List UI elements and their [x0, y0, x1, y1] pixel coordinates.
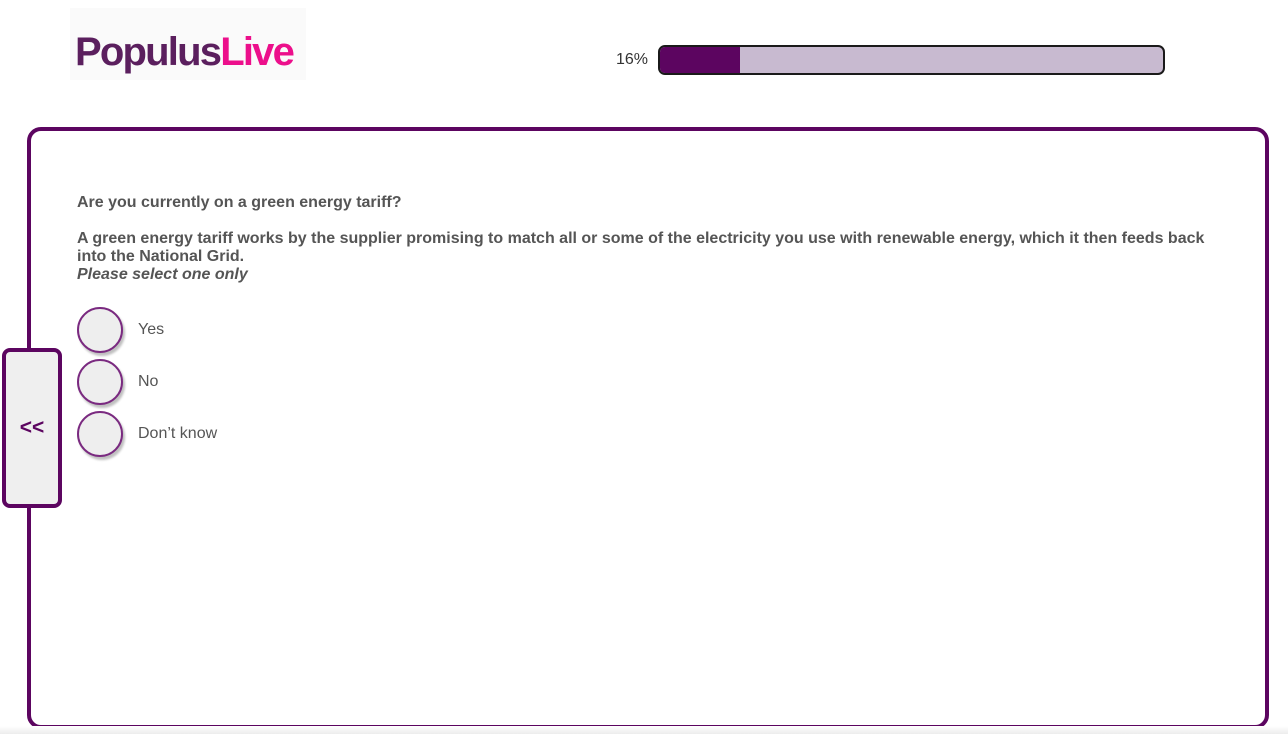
survey-page: PopulusLive 16% Are you currently on a g…	[0, 0, 1288, 734]
bottom-edge	[0, 726, 1288, 734]
radio-button-no[interactable]	[77, 359, 123, 405]
answer-options: Yes No Don’t know	[77, 304, 217, 460]
back-button-label: <<	[19, 416, 45, 439]
option-label-yes: Yes	[138, 321, 165, 338]
option-yes[interactable]: Yes	[77, 304, 217, 356]
logo-text-live: Live	[220, 30, 295, 74]
question-instruction: Please select one only	[77, 266, 248, 283]
option-dont-know[interactable]: Don’t know	[77, 408, 217, 460]
option-no[interactable]: No	[77, 356, 217, 408]
progress-bar	[658, 45, 1165, 75]
progress-percentage: 16%	[615, 51, 648, 68]
back-button[interactable]: <<	[2, 348, 62, 508]
option-label-no: No	[138, 373, 159, 390]
question-title: Are you currently on a green energy tari…	[77, 194, 402, 211]
radio-button-yes[interactable]	[77, 307, 123, 353]
progress-bar-fill	[660, 47, 741, 73]
option-label-dont-know: Don’t know	[138, 425, 218, 442]
populus-live-logo: PopulusLive	[70, 8, 306, 80]
question-block: Are you currently on a green energy tari…	[77, 194, 1227, 284]
radio-button-dont-know[interactable]	[77, 411, 123, 457]
logo-text-populus: Populus	[75, 30, 222, 74]
logo-wordmark: PopulusLive	[75, 30, 295, 74]
question-description: A green energy tariff works by the suppl…	[77, 230, 1205, 265]
